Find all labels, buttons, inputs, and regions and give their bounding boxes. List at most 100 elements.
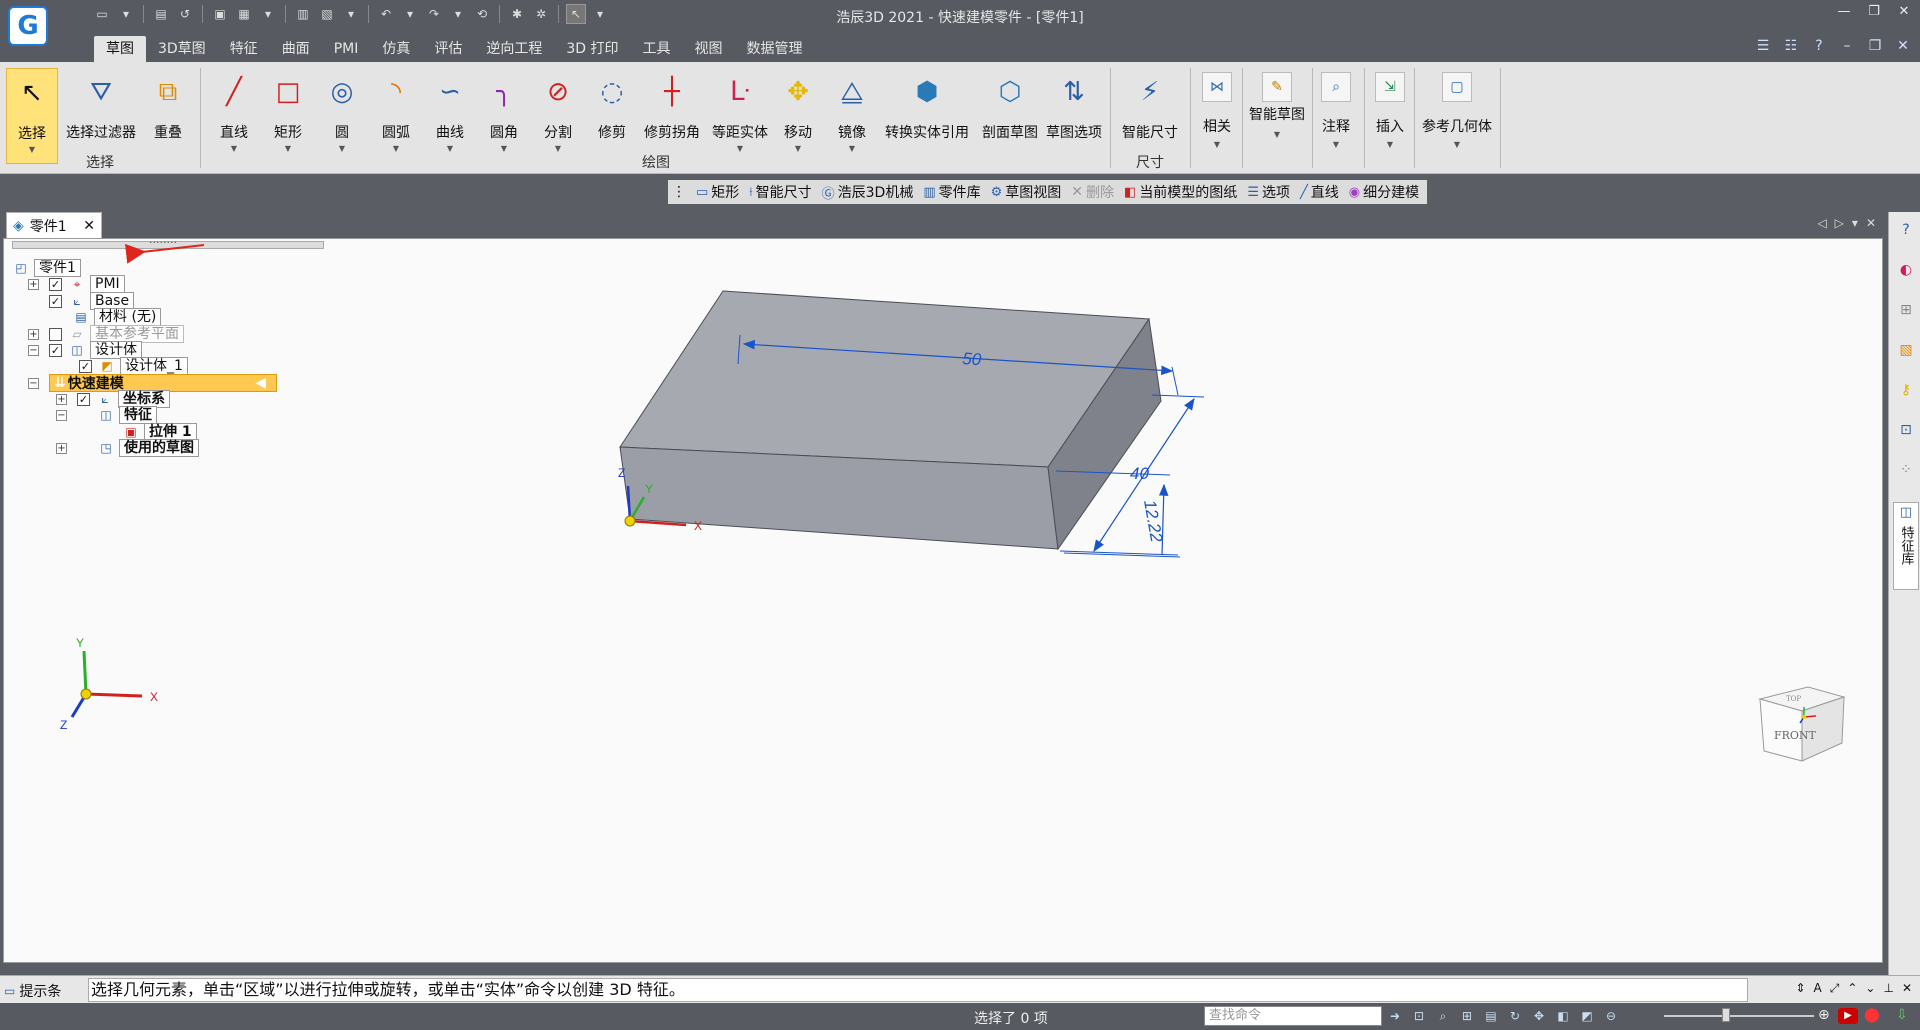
related-button[interactable]: ⋈ 相关 ▼ [1196, 68, 1238, 168]
convert-entity-button[interactable]: ⬢ 转换实体引用 [880, 68, 974, 164]
open-folder-icon[interactable]: ▤ [151, 4, 171, 24]
doc-close-icon[interactable]: ✕ [1894, 38, 1912, 54]
close-prompt-icon[interactable]: ✕ [1902, 981, 1912, 996]
tab-11[interactable]: 数据管理 [734, 36, 814, 62]
dots-panel-icon[interactable]: ⁘ [1896, 460, 1916, 480]
arc-button[interactable]: ◝ 圆弧 ▼ [374, 68, 418, 164]
select-button[interactable]: ↖ 选择 ▼ [6, 68, 58, 164]
zoom-area-icon[interactable]: ⊡ [1410, 1007, 1428, 1025]
modeling-viewport[interactable]: ◰ 零件1 + ✓ ⌖ PMI ✓ ⟀ Base ▤ 材料 (无) + ▱ 基本… [3, 233, 1883, 963]
circle-button[interactable]: ◎ 圆 ▼ [320, 68, 364, 164]
smart-dimension-button[interactable]: ⚡ 智能尺寸 [1118, 68, 1182, 164]
pin-icon[interactable]: ⊥ [1883, 981, 1893, 996]
customize-dropdown-icon[interactable]: ▾ [590, 4, 610, 24]
zoom-out-icon[interactable]: ⊖ [1602, 1007, 1620, 1025]
redo-icon[interactable]: ↷ [424, 4, 444, 24]
rectangle-button[interactable]: □ 矩形 ▼ [266, 68, 310, 164]
close-all-icon[interactable]: ✕ [1866, 216, 1876, 230]
prev-tab-icon[interactable]: ◁ [1817, 216, 1826, 230]
sketch-options-button[interactable]: ⇅ 草图选项 [1042, 68, 1106, 164]
layout-alt-icon[interactable]: ☷ [1782, 38, 1800, 54]
overlap-button[interactable]: ⧉ 重叠 [144, 68, 192, 164]
undo-icon[interactable]: ↶ [376, 4, 396, 24]
insert-button[interactable]: ⇲ 插入 ▼ [1370, 68, 1410, 168]
download-icon[interactable]: ⇩ [1896, 1007, 1908, 1023]
grid-panel-icon[interactable]: ⊞ [1896, 300, 1916, 320]
offset-solid-button[interactable]: ᒷ 等距实体 ▼ [708, 68, 772, 164]
trim-corner-button[interactable]: ┼ 修剪拐角 [640, 68, 704, 164]
save-all-icon[interactable]: ▦ [234, 4, 254, 24]
line-button[interactable]: ╱ 直线 ▼ [212, 68, 256, 164]
fillet-button[interactable]: ╮ 圆角 ▼ [482, 68, 526, 164]
rotate-icon[interactable]: ↻ [1506, 1007, 1524, 1025]
zoom-icon[interactable]: ⌕ [1434, 1007, 1452, 1025]
reference-geometry-button[interactable]: ▢ 参考几何体 ▼ [1418, 68, 1496, 168]
tab-4[interactable]: PMI [322, 36, 371, 62]
dropdown-icon[interactable]: ▾ [116, 4, 136, 24]
key-icon[interactable]: ⚷ [1896, 380, 1916, 400]
font-size-icon[interactable]: A [1814, 981, 1822, 996]
fit-icon[interactable]: ⊞ [1458, 1007, 1476, 1025]
scroll-icon[interactable]: ⇕ [1795, 981, 1805, 996]
arrow-icon[interactable]: ➜ [1386, 1007, 1404, 1025]
curve-button[interactable]: ∽ 曲线 ▼ [428, 68, 472, 164]
cmd-line[interactable]: ╱ 直线 [1300, 182, 1339, 202]
cmd-current-drawing[interactable]: ◧ 当前模型的图纸 [1124, 182, 1237, 202]
tab-7[interactable]: 逆向工程 [474, 36, 554, 62]
next-tab-icon[interactable]: ▷ [1835, 216, 1844, 230]
zoom-in-icon[interactable]: ⊕ [1818, 1007, 1830, 1023]
tab-10[interactable]: 视图 [682, 36, 734, 62]
tab-list-icon[interactable]: ▾ [1852, 216, 1858, 230]
recent-icon[interactable]: ↺ [175, 4, 195, 24]
tab-8[interactable]: 3D 打印 [554, 36, 630, 62]
cmd-gc3d[interactable]: Ⓖ 浩辰3D机械 [822, 182, 914, 202]
tab-3[interactable]: 曲面 [270, 36, 322, 62]
tab-2[interactable]: 特征 [218, 36, 270, 62]
tab-5[interactable]: 仿真 [370, 36, 422, 62]
restore-icon[interactable]: ❐ [1864, 4, 1884, 19]
zoom-slider-knob[interactable] [1722, 1008, 1730, 1022]
tab-0[interactable]: 草图 [94, 36, 146, 62]
cmd-parts-library[interactable]: ▥ 零件库 [923, 182, 980, 202]
cmd-smart-dim[interactable]: ⟊ 智能尺寸 [749, 182, 811, 202]
cmd-rect[interactable]: ▭ 矩形 [696, 182, 739, 202]
pointer-icon[interactable]: ↖ [566, 4, 586, 24]
camera-icon[interactable]: ⊡ [1896, 420, 1916, 440]
shade-icon[interactable]: ◧ [1554, 1007, 1572, 1025]
close-icon[interactable]: ✕ [1894, 4, 1914, 19]
style-icon[interactable]: ◩ [1578, 1007, 1596, 1025]
options-icon[interactable]: ✲ [531, 4, 551, 24]
minimize-icon[interactable]: — [1834, 4, 1854, 19]
repeat-icon[interactable]: ⟲ [472, 4, 492, 24]
layout-icon[interactable]: ☰ [1754, 38, 1772, 54]
help-panel-icon[interactable]: ? [1896, 220, 1916, 240]
view-cube[interactable]: FRONT TOP [1758, 686, 1846, 762]
dropdown-icon[interactable]: ▾ [400, 4, 420, 24]
doc-minimize-icon[interactable]: – [1838, 38, 1856, 54]
record-icon[interactable]: ⬤ [1864, 1007, 1880, 1023]
expand-prompt-icon[interactable]: ⤢ [1830, 981, 1840, 996]
smart-sketch-button[interactable]: ✎ 智能草图 ▼ [1246, 68, 1308, 168]
app-logo[interactable]: G [8, 6, 48, 46]
zoom-slider[interactable] [1664, 1015, 1814, 1017]
cmd-fine-model[interactable]: ◉ 细分建模 [1349, 182, 1419, 202]
view-icon[interactable]: ▤ [1482, 1007, 1500, 1025]
print-icon[interactable]: ▧ [317, 4, 337, 24]
dropdown-icon[interactable]: ▾ [341, 4, 361, 24]
pan-icon[interactable]: ✥ [1530, 1007, 1548, 1025]
mirror-button[interactable]: ⧋ 镜像 ▼ [830, 68, 874, 164]
collapse-up-icon[interactable]: ⌃ [1847, 981, 1857, 996]
tab-1[interactable]: 3D草图 [146, 36, 218, 62]
appearance-icon[interactable]: ◐ [1896, 260, 1916, 280]
move-button[interactable]: ✥ 移动 ▼ [776, 68, 820, 164]
tab-9[interactable]: 工具 [630, 36, 682, 62]
properties-icon[interactable]: ▥ [293, 4, 313, 24]
command-search-input[interactable]: 查找命令 [1204, 1006, 1382, 1026]
save-icon[interactable]: ▣ [210, 4, 230, 24]
document-tab[interactable]: ◈ 零件1 ✕ [6, 212, 102, 238]
help-icon[interactable]: ? [1810, 38, 1828, 54]
dropdown-icon[interactable]: ▾ [448, 4, 468, 24]
cmd-options[interactable]: ☰ 选项 [1247, 182, 1290, 202]
annotate-button[interactable]: ⌕ 注释 ▼ [1316, 68, 1356, 168]
video-icon[interactable]: ▶ [1838, 1008, 1858, 1024]
